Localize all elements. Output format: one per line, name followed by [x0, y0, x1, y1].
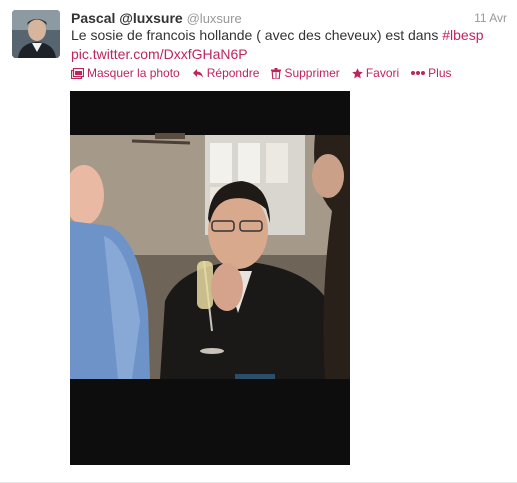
avatar-image: [12, 10, 60, 58]
tweet-photo[interactable]: [70, 91, 350, 465]
trash-icon: [271, 67, 282, 79]
author-username[interactable]: @luxsure: [187, 11, 242, 26]
tweet-text-body: Le sosie de francois hollande ( avec des…: [71, 27, 443, 43]
tweet-text: Le sosie de francois hollande ( avec des…: [71, 26, 501, 64]
tweet-actions: Masquer la photo Répondre Supprimer Favo…: [71, 65, 452, 81]
avatar[interactable]: [12, 10, 60, 58]
photo-icon: [71, 67, 84, 79]
hide-photo-label: Masquer la photo: [87, 66, 180, 80]
tweet-timestamp[interactable]: 11 Avr: [474, 9, 507, 27]
reply-action[interactable]: Répondre: [192, 65, 260, 81]
hide-photo-action[interactable]: Masquer la photo: [71, 65, 180, 81]
favorite-label: Favori: [365, 66, 400, 80]
pic-link[interactable]: pic.twitter.com/DxxfGHaN6P: [71, 46, 248, 62]
delete-action[interactable]: Supprimer: [271, 65, 340, 81]
author-handle[interactable]: @luxsure: [119, 10, 182, 26]
photo-image: [70, 91, 350, 465]
tweet: Pascal @luxsure @luxsure 11 Avr Le sosie…: [0, 0, 517, 483]
more-icon: [411, 71, 426, 75]
more-action[interactable]: Plus: [411, 65, 452, 81]
hashtag-link[interactable]: #lbesp: [442, 27, 483, 43]
reply-label: Répondre: [206, 66, 260, 80]
tweet-header: Pascal @luxsure @luxsure 11 Avr: [71, 9, 507, 27]
reply-icon: [192, 69, 203, 78]
more-label: Plus: [428, 66, 452, 80]
delete-label: Supprimer: [284, 66, 340, 80]
star-icon: [352, 67, 363, 78]
favorite-action[interactable]: Favori: [352, 65, 399, 81]
author-name[interactable]: Pascal: [71, 10, 115, 26]
